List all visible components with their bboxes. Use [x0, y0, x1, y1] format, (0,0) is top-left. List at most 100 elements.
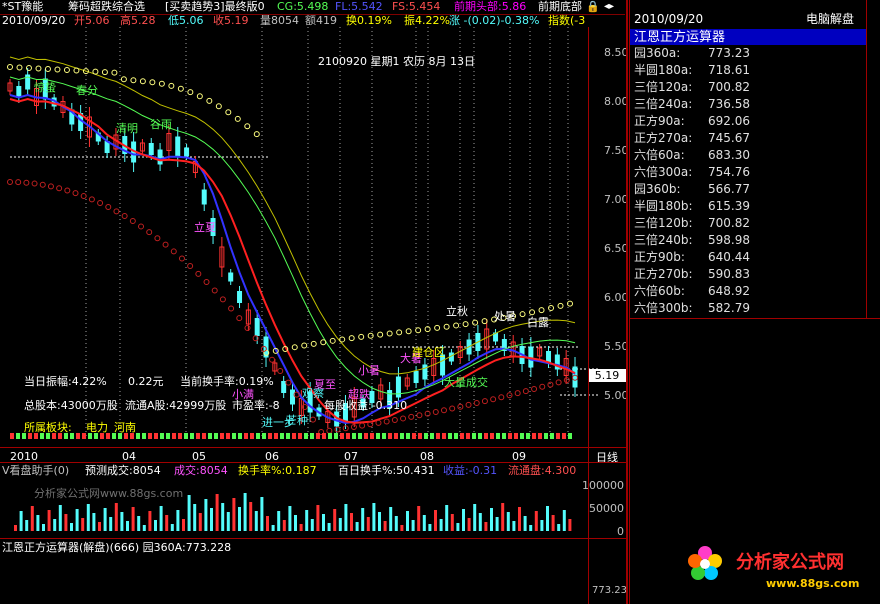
yellow-dot: [111, 69, 118, 76]
divider-axis: [0, 462, 626, 463]
bottom-indicator-label[interactable]: 江恩正方运算器(解盘)(666) 园360A:773.228: [2, 541, 231, 554]
signal-mark: [256, 433, 260, 439]
lock-icon[interactable]: 🔒: [586, 0, 600, 13]
stock-name: *ST豫能: [2, 0, 44, 13]
volume-bar: [170, 524, 174, 531]
tag-liqiu: 立秋: [446, 305, 468, 318]
yellow-dot: [358, 333, 365, 340]
signal-mark: [556, 433, 560, 439]
sector-1[interactable]: 电力: [86, 421, 108, 434]
yellow-dot: [291, 344, 298, 351]
tag-chunfen: 春分: [76, 84, 98, 97]
signal-mark: [286, 433, 290, 439]
signal-mark: [322, 433, 326, 439]
signal-mark: [484, 433, 488, 439]
signal-mark: [394, 433, 398, 439]
volume-bar: [417, 506, 421, 531]
signal-mark: [10, 433, 14, 439]
red-dot: [97, 200, 104, 207]
yellow-dot: [73, 67, 80, 74]
panel-scrollbar[interactable]: [866, 0, 880, 318]
price-axis-label: 5.50: [604, 340, 629, 353]
yellow-dot: [434, 324, 441, 331]
signal-mark: [328, 433, 332, 439]
volume-bar: [204, 499, 208, 531]
signal-mark: [298, 433, 302, 439]
candle-body: [422, 364, 428, 380]
signal-mark: [520, 433, 524, 439]
calc-title-bar[interactable]: 江恩正方运算器: [630, 29, 866, 45]
calc-row: 三倍120b: 700.82: [634, 215, 750, 231]
signal-mark: [502, 433, 506, 439]
sector-2[interactable]: 河南: [114, 421, 136, 434]
calc-row: 正方90b: 640.44: [634, 249, 750, 265]
cg-value: CG:5.498: [277, 0, 329, 13]
signal-mark: [238, 433, 242, 439]
signal-mark: [472, 433, 476, 439]
volume-bar: [282, 520, 286, 531]
volume-bar: [103, 508, 107, 531]
yellow-dot: [44, 66, 51, 73]
tag-qingming: 清明: [116, 122, 138, 135]
calc-row: 正方270b: 590.83: [634, 266, 750, 282]
analysis-panel: 2010/09/20 电脑解盘 江恩正方运算器 园360a: 773.23 半圆18…: [629, 0, 880, 604]
yellow-dot: [329, 337, 336, 344]
logo-url: www.88gs.com: [766, 577, 860, 590]
signal-mark: [466, 433, 470, 439]
red-dot: [47, 183, 54, 190]
volume-bar: [53, 519, 57, 531]
calc-row: 正方90a: 692.06: [634, 113, 750, 129]
red-dot: [285, 379, 292, 386]
yellow-dot: [130, 77, 137, 84]
volume-bar: [126, 521, 129, 531]
signal-mark: [544, 433, 548, 439]
yellow-dot: [415, 327, 422, 334]
signal-mark: [334, 433, 338, 439]
red-dot: [531, 385, 538, 392]
red-dot: [195, 270, 202, 277]
volume-chart[interactable]: [0, 477, 626, 537]
calc-row-value: 615.39: [708, 199, 750, 213]
yellow-dot: [149, 79, 156, 86]
formula-subname: [买卖趋势3]最终版0: [165, 0, 265, 13]
signal-mark: [562, 433, 566, 439]
yellow-dot: [253, 131, 260, 138]
red-dot: [506, 392, 513, 399]
signal-mark: [214, 433, 218, 439]
candle-body: [413, 371, 419, 383]
calc-row: 六倍300b: 582.79: [634, 300, 750, 316]
yellow-dot: [320, 339, 327, 346]
panel-title[interactable]: 电脑解盘: [806, 13, 854, 26]
calc-row: 三倍240b: 598.98: [634, 232, 750, 248]
red-dot: [555, 379, 562, 386]
red-dot: [236, 315, 243, 322]
signal-mark: [532, 433, 536, 439]
calc-row-value: 773.23: [708, 46, 750, 60]
red-dot: [129, 218, 136, 225]
signal-mark: [406, 433, 410, 439]
signal-mark: [436, 433, 440, 439]
calc-row-key: 三倍240a:: [634, 97, 693, 111]
signal-mark: [304, 433, 308, 439]
volume-bar: [193, 504, 197, 531]
volume-bar: [92, 513, 96, 531]
red-dot: [563, 377, 570, 384]
signal-mark: [514, 433, 518, 439]
yellow-dot: [225, 109, 232, 116]
candle-body: [16, 86, 22, 98]
yellow-dot: [16, 64, 23, 71]
fs-value: FS:5.454: [392, 0, 441, 13]
quote-low: 低5.06: [168, 14, 204, 27]
calc-row-key: 六倍60a:: [634, 148, 685, 162]
volume-title[interactable]: V看盘助手(0): [2, 464, 69, 477]
formula-name[interactable]: 筹码超跌综合选: [68, 0, 145, 13]
volume-bar: [86, 504, 90, 531]
calc-row-key: 六倍300b:: [634, 301, 693, 315]
candle-body: [175, 136, 181, 158]
signal-mark: [454, 433, 458, 439]
calc-row-value: 648.92: [708, 284, 750, 298]
calc-row-value: 736.58: [708, 97, 750, 111]
float-shares: 流通A股:42999万股: [125, 399, 227, 412]
arrows-icon[interactable]: ◂▸: [604, 0, 614, 13]
quote-index: 指数(-3: [548, 14, 586, 27]
